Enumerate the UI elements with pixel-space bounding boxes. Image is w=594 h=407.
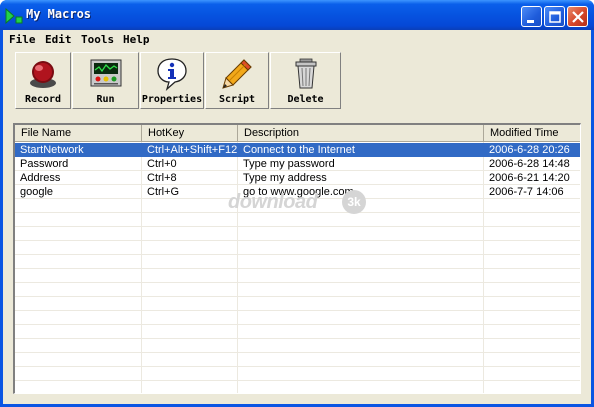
grid-line xyxy=(15,366,580,367)
menu-file[interactable]: File xyxy=(9,33,36,46)
column-header-hotkey[interactable]: HotKey xyxy=(142,125,238,142)
grid-line xyxy=(15,282,580,283)
cell-file-name: Password xyxy=(20,158,69,170)
pencil-icon xyxy=(222,59,252,89)
run-icon xyxy=(90,59,121,87)
cell-modified-time: 2006-7-7 14:06 xyxy=(489,186,564,198)
script-label: Script xyxy=(218,94,256,105)
menu-edit[interactable]: Edit xyxy=(45,33,72,46)
menu-tools[interactable]: Tools xyxy=(81,33,114,46)
watermark-badge: 3k xyxy=(342,190,366,214)
info-icon xyxy=(157,58,187,91)
cell-hotkey: Ctrl+Alt+Shift+F12 xyxy=(147,144,238,156)
delete-button[interactable]: Delete xyxy=(270,52,341,109)
cell-hotkey: Ctrl+0 xyxy=(147,158,177,170)
macro-list[interactable]: File Name HotKey Description Modified Ti… xyxy=(13,123,581,394)
minimize-icon xyxy=(527,20,534,23)
close-icon xyxy=(572,11,584,23)
minimize-button[interactable] xyxy=(521,6,542,27)
toolbar: Record Run Properties Script Delete xyxy=(15,52,345,110)
cell-modified-time: 2006-6-28 20:26 xyxy=(489,144,570,156)
window-title: My Macros xyxy=(26,7,92,21)
app-icon xyxy=(5,8,23,24)
run-label: Run xyxy=(96,94,115,105)
record-icon xyxy=(30,61,56,88)
client-area: File Edit Tools Help Record Run Properti… xyxy=(3,30,591,404)
grid-line xyxy=(15,338,580,339)
close-button[interactable] xyxy=(567,6,588,27)
grid-line xyxy=(15,226,580,227)
cell-hotkey: Ctrl+G xyxy=(147,186,180,198)
maximize-icon xyxy=(549,11,561,23)
cell-file-name: StartNetwork xyxy=(20,144,84,156)
table-row[interactable]: StartNetwork Ctrl+Alt+Shift+F12 Connect … xyxy=(15,143,580,157)
grid-line xyxy=(15,310,580,311)
cell-modified-time: 2006-6-21 14:20 xyxy=(489,172,570,184)
grid-line xyxy=(15,324,580,325)
properties-button[interactable]: Properties xyxy=(140,52,204,109)
menu-bar: File Edit Tools Help xyxy=(3,30,591,50)
cell-description: Connect to the Internet xyxy=(243,144,355,156)
record-label: Record xyxy=(24,94,62,105)
grid-line xyxy=(15,352,580,353)
grid-line xyxy=(15,268,580,269)
cell-modified-time: 2006-6-28 14:48 xyxy=(489,158,570,170)
run-button[interactable]: Run xyxy=(72,52,139,109)
cell-description: Type my password xyxy=(243,158,335,170)
delete-label: Delete xyxy=(287,94,324,105)
record-button[interactable]: Record xyxy=(15,52,71,109)
list-header: File Name HotKey Description Modified Ti… xyxy=(15,125,580,142)
table-row[interactable]: Password Ctrl+0 Type my password 2006-6-… xyxy=(15,157,580,171)
cell-description: Type my address xyxy=(243,172,327,184)
script-button[interactable]: Script xyxy=(205,52,269,109)
column-header-description[interactable]: Description xyxy=(238,125,484,142)
title-bar[interactable]: My Macros xyxy=(0,0,594,30)
table-row[interactable]: Address Ctrl+8 Type my address 2006-6-21… xyxy=(15,171,580,185)
grid-line xyxy=(15,380,580,381)
menu-help[interactable]: Help xyxy=(123,33,150,46)
maximize-button[interactable] xyxy=(544,6,565,27)
watermark-text: download xyxy=(228,191,318,213)
grid-line xyxy=(15,254,580,255)
grid-line xyxy=(15,240,580,241)
column-header-modified-time[interactable]: Modified Time xyxy=(484,125,580,142)
properties-label: Properties xyxy=(141,94,203,105)
grid-line xyxy=(15,296,580,297)
column-header-file-name[interactable]: File Name xyxy=(15,125,142,142)
trash-icon xyxy=(295,58,316,89)
cell-file-name: Address xyxy=(20,172,61,184)
cell-file-name: google xyxy=(20,186,54,198)
app-window: My Macros File Edit Tools Help Record Ru… xyxy=(0,0,594,407)
cell-hotkey: Ctrl+8 xyxy=(147,172,177,184)
